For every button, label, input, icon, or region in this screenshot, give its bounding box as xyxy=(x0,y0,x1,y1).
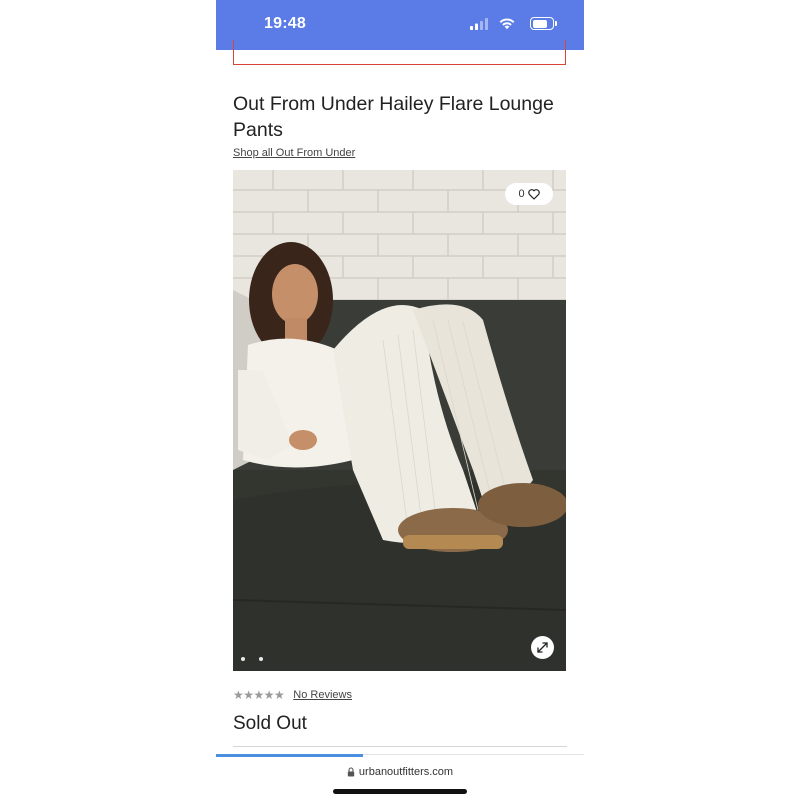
browser-address-bar: urbanoutfitters.com xyxy=(216,754,584,800)
wifi-icon xyxy=(499,18,515,30)
product-image[interactable]: 0 xyxy=(233,170,566,671)
home-indicator[interactable] xyxy=(333,789,467,794)
url-text: urbanoutfitters.com xyxy=(358,766,454,778)
reviews-link[interactable]: No Reviews xyxy=(293,689,352,701)
phone-screen: 19:48 Out From Under Hailey Flare Lounge… xyxy=(216,0,584,800)
carousel-dots xyxy=(241,657,263,661)
carousel-dot[interactable] xyxy=(241,657,245,661)
expand-image-button[interactable] xyxy=(531,636,554,659)
divider xyxy=(233,746,567,747)
like-button[interactable]: 0 xyxy=(505,183,553,205)
stock-status: Sold Out xyxy=(233,713,307,734)
status-icons xyxy=(454,16,557,34)
like-count: 0 xyxy=(518,188,525,200)
page-load-progress xyxy=(216,754,364,757)
carousel-dot[interactable] xyxy=(259,657,263,661)
battery-icon xyxy=(530,17,557,30)
product-title: Out From Under Hailey Flare Lounge Pants xyxy=(233,93,554,141)
status-time: 19:48 xyxy=(264,15,306,32)
lock-icon xyxy=(347,767,355,777)
heart-icon xyxy=(527,188,540,200)
expand-icon xyxy=(537,642,548,653)
url-field[interactable]: urbanoutfitters.com xyxy=(216,765,584,779)
signal-icon xyxy=(470,18,488,30)
product-photo xyxy=(233,170,566,671)
rating-row: ★★★★★ No Reviews xyxy=(233,687,352,703)
shop-brand-link[interactable]: Shop all Out From Under xyxy=(233,147,355,159)
promo-banner-box xyxy=(233,40,566,65)
rating-stars: ★★★★★ xyxy=(233,688,285,702)
